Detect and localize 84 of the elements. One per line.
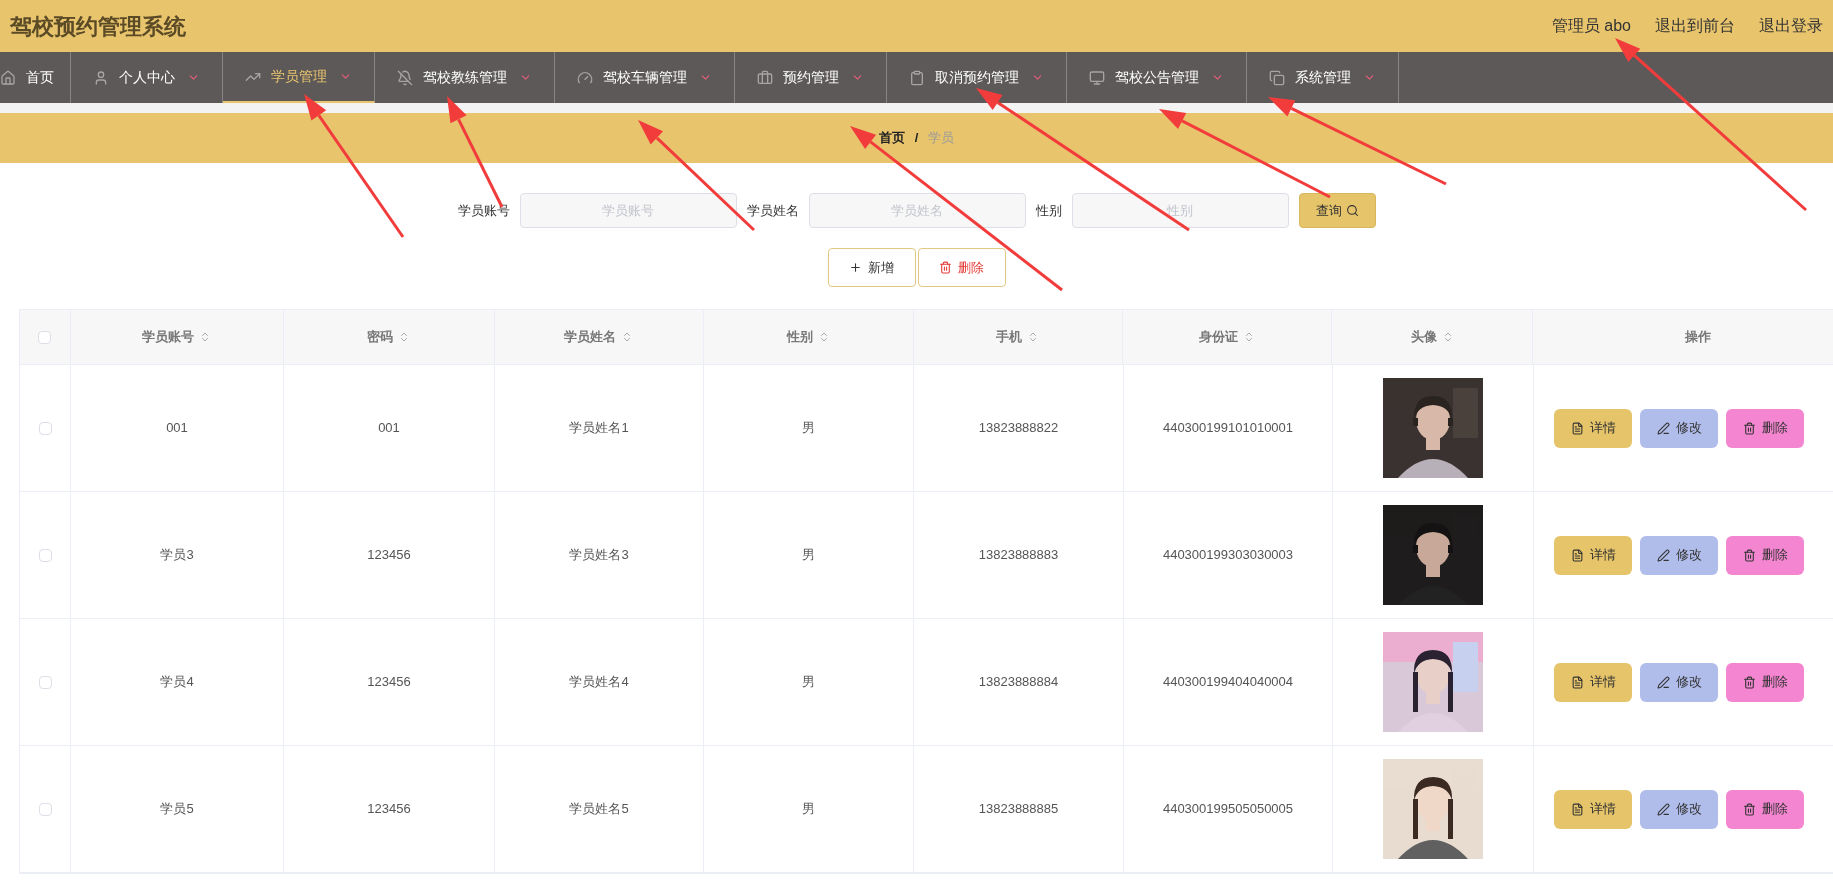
logout-link[interactable]: 退出登录 (1759, 14, 1823, 38)
checkbox[interactable] (38, 421, 52, 435)
table-cell-text: 13823888883 (978, 546, 1059, 565)
add-button[interactable]: 新增 (827, 248, 916, 287)
search-icon (1345, 204, 1359, 217)
trash-icon (1742, 802, 1756, 816)
bell-off-icon (397, 69, 413, 86)
table-cell-text: 001 (378, 419, 400, 438)
column-header: 头像 (1410, 328, 1437, 347)
briefcase-icon (757, 69, 773, 86)
checkbox[interactable] (38, 548, 52, 562)
delete-button[interactable]: 删除 (1726, 662, 1804, 702)
table-cell-text: 学员姓名5 (569, 800, 629, 819)
table-cell-text: 男 (802, 800, 815, 819)
table-cell-text: 学员3 (160, 546, 194, 565)
copy-icon (1269, 69, 1285, 86)
column-header: 身份证 (1199, 328, 1239, 347)
trash-icon (1742, 421, 1756, 435)
logout-link[interactable]: 退出到前台 (1655, 14, 1735, 38)
field-label: 性别 (1035, 201, 1062, 220)
document-icon (1570, 548, 1584, 562)
delete-button[interactable]: 删除 (1726, 408, 1804, 448)
breadcrumb-link[interactable]: 首页 (878, 128, 905, 148)
pen-icon (1656, 675, 1670, 689)
user-link[interactable]: 管理员 abo (1551, 14, 1631, 38)
table-cell-text: 学员4 (160, 673, 194, 692)
monitor-icon (1089, 69, 1105, 86)
document-icon (1570, 675, 1584, 689)
table-cell-text: 123456 (367, 673, 411, 692)
edit-button[interactable]: 修改 (1640, 662, 1718, 702)
table-cell-text: 学员姓名4 (569, 673, 629, 692)
gauge-icon (577, 69, 593, 86)
document-icon (1570, 421, 1584, 435)
delete-button[interactable]: 删除 (917, 248, 1006, 287)
table-cell-text: 男 (802, 419, 815, 438)
pen-icon (1656, 421, 1670, 435)
checkbox[interactable] (38, 802, 52, 816)
details-button[interactable]: 详情 (1554, 408, 1632, 448)
clipboard-icon (909, 69, 925, 86)
search-button[interactable]: 查询 (1298, 193, 1376, 228)
table-cell-text: 001 (166, 419, 188, 438)
column-header: 密码 (367, 328, 394, 347)
app-title: 驾校预约管理系统 (10, 12, 186, 41)
table-cell-text: 学员5 (160, 800, 194, 819)
table-cell-text: 13823888822 (978, 419, 1059, 438)
details-button[interactable]: 详情 (1554, 662, 1632, 702)
pen-icon (1656, 802, 1670, 816)
table-cell-text: 男 (802, 673, 815, 692)
table-cell-text: 440300199303030003 (1162, 546, 1294, 565)
user-icon (93, 69, 109, 86)
trash-icon (1742, 548, 1756, 562)
document-icon (1570, 802, 1584, 816)
delete-button[interactable]: 删除 (1726, 789, 1804, 829)
trash-icon (939, 261, 952, 274)
checkbox[interactable] (38, 675, 52, 689)
table-cell-text: 440300199101010001 (1162, 419, 1294, 438)
breadcrumb-separator: / (914, 129, 919, 148)
column-header: 手机 (996, 328, 1023, 347)
table-cell-text: 学员姓名1 (569, 419, 629, 438)
edit-button[interactable]: 修改 (1640, 408, 1718, 448)
table-cell-text: 440300199404040004 (1162, 673, 1294, 692)
table-cell-text: 男 (802, 546, 815, 565)
edit-button[interactable]: 修改 (1640, 789, 1718, 829)
details-button[interactable]: 详情 (1554, 789, 1632, 829)
column-header: 学员账号 (142, 328, 195, 347)
checkbox[interactable] (38, 330, 52, 344)
details-button[interactable]: 详情 (1554, 535, 1632, 575)
table-cell-text: 13823888884 (978, 673, 1059, 692)
column-header: 学员姓名 (564, 328, 617, 347)
column-header: 操作 (1684, 328, 1711, 347)
column-header: 性别 (786, 328, 813, 347)
plus-icon (849, 261, 862, 274)
table-cell-text: 123456 (367, 546, 411, 565)
table-cell-text: 123456 (367, 800, 411, 819)
edit-button[interactable]: 修改 (1640, 535, 1718, 575)
trash-icon (1742, 675, 1756, 689)
delete-button[interactable]: 删除 (1726, 535, 1804, 575)
pen-icon (1656, 548, 1670, 562)
table-cell-text: 学员姓名3 (569, 546, 629, 565)
field-label: 学员姓名 (746, 201, 799, 220)
table-cell-text: 440300199505050005 (1162, 800, 1294, 819)
table-cell-text: 13823888885 (978, 800, 1059, 819)
breadcrumb-current: 学员 (928, 129, 955, 148)
home-icon (0, 69, 16, 86)
